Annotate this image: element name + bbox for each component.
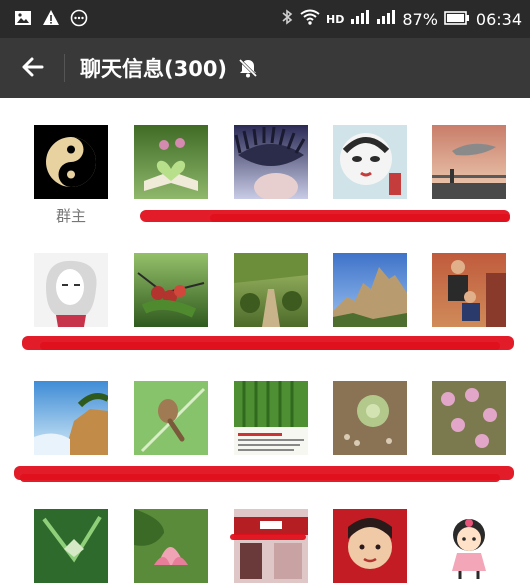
status-right: HD 87% 06:34 <box>280 8 522 30</box>
more-icon <box>70 9 88 31</box>
redaction-mark-row-3b <box>20 474 500 482</box>
member-cell-8[interactable] <box>234 253 308 327</box>
girl-sketch-avatar[interactable] <box>34 253 108 327</box>
member-cell-9[interactable] <box>333 253 407 327</box>
snail-leaf-avatar[interactable] <box>134 381 208 455</box>
status-bar: HD 87% 06:34 <box>0 0 530 38</box>
yin-yang-avatar[interactable] <box>34 125 108 199</box>
signal-icon-2 <box>376 9 396 29</box>
battery-percent: 87% <box>402 9 438 29</box>
lotus-avatar[interactable] <box>134 509 208 583</box>
member-cell-20[interactable] <box>432 509 506 583</box>
member-cell-15[interactable] <box>432 381 506 455</box>
back-button[interactable] <box>18 52 48 82</box>
page-title: 聊天信息(300) <box>80 53 259 83</box>
member-cell-7[interactable] <box>134 253 208 327</box>
redaction-mark-row-2b <box>40 342 500 350</box>
member-cell-6[interactable] <box>34 253 108 327</box>
green-plant-avatar[interactable] <box>34 509 108 583</box>
whale-sky-avatar[interactable] <box>432 125 506 199</box>
member-cell-11[interactable] <box>34 381 108 455</box>
member-cell-2[interactable] <box>134 125 208 199</box>
member-cell-4[interactable] <box>333 125 407 199</box>
member-cell-14[interactable] <box>333 381 407 455</box>
mountain-avatar[interactable] <box>333 253 407 327</box>
park-path-avatar[interactable] <box>234 253 308 327</box>
redaction-mark-row-1b <box>210 214 510 222</box>
opera-mask-avatar[interactable] <box>333 125 407 199</box>
member-cell-17[interactable] <box>134 509 208 583</box>
member-cell-16[interactable] <box>34 509 108 583</box>
app-bar: 聊天信息(300) <box>0 38 530 98</box>
clock: 06:34 <box>475 9 522 29</box>
pink-flowers-avatar[interactable] <box>432 381 506 455</box>
muted-bell-icon <box>237 57 259 79</box>
succulent-avatar[interactable] <box>333 381 407 455</box>
cartoon-girl-avatar[interactable] <box>432 509 506 583</box>
berries-avatar[interactable] <box>134 253 208 327</box>
article-avatar[interactable] <box>234 381 308 455</box>
member-cell-18[interactable] <box>234 509 308 583</box>
redaction-mark-row-4 <box>230 534 306 540</box>
member-cell-10[interactable] <box>432 253 506 327</box>
status-left-icons <box>14 9 88 31</box>
bluetooth-icon <box>280 8 294 30</box>
shopfront-avatar[interactable] <box>234 509 308 583</box>
member-cell-19[interactable] <box>333 509 407 583</box>
child-portrait-avatar[interactable] <box>333 509 407 583</box>
appbar-divider <box>64 54 65 82</box>
warning-icon <box>42 9 60 31</box>
book-heart-avatar[interactable] <box>134 125 208 199</box>
member-name: 群主 <box>55 207 86 225</box>
eye-closeup-avatar[interactable] <box>234 125 308 199</box>
member-cell-12[interactable] <box>134 381 208 455</box>
cliff-sea-avatar[interactable] <box>34 381 108 455</box>
member-grid-area: 群主 <box>0 98 530 583</box>
member-cell-13[interactable] <box>234 381 308 455</box>
member-cell-5[interactable] <box>432 125 506 199</box>
battery-icon <box>444 10 470 29</box>
member-cell-3[interactable] <box>234 125 308 199</box>
chat-info-title: 聊天信息(300) <box>80 57 228 81</box>
wifi-icon <box>300 9 320 29</box>
member-cell-1[interactable]: 群主 <box>34 125 108 225</box>
image-icon <box>14 9 32 31</box>
signal-icon <box>350 9 370 29</box>
back-arrow-icon <box>22 57 44 77</box>
family-photo-avatar[interactable] <box>432 253 506 327</box>
network-type-label: HD <box>325 12 345 26</box>
